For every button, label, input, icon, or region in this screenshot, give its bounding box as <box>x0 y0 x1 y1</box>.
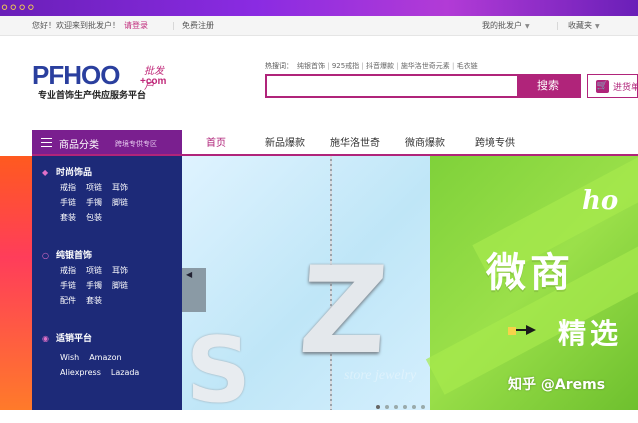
chevron-down-icon: ▼ <box>525 23 530 30</box>
carousel-dot[interactable] <box>376 405 380 409</box>
category-row: 戒指 项链 耳饰 <box>42 180 182 195</box>
hot-keyword[interactable]: 纯银首饰 <box>297 62 325 70</box>
pendant-letter-z: Z <box>295 242 388 381</box>
category-link[interactable]: 项链 <box>86 266 102 275</box>
category-link[interactable]: 脚链 <box>112 281 128 290</box>
banner-decoration: ᐧ◦◦◦◦ <box>0 0 36 16</box>
gem-icon: ◆ <box>42 168 49 177</box>
hot-keyword[interactable]: 毛衣链 <box>450 62 478 70</box>
search-box: 搜索 <box>265 74 581 98</box>
nav-item-new[interactable]: 新品爆款 <box>265 134 305 149</box>
logo-domain: +com <box>140 76 167 87</box>
hot-keywords: 热搜词： 纯银首饰925戒指抖音爆款施华洛世奇元素毛衣链 <box>265 61 478 71</box>
welcome-text: 您好！欢迎来到批发户！ <box>32 21 120 30</box>
category-link[interactable]: Wish <box>60 353 79 362</box>
category-link[interactable]: 手镯 <box>86 281 102 290</box>
category-row: 手链 手镯 脚链 <box>42 195 182 210</box>
pendant-letter-s: S <box>186 318 251 423</box>
chevron-down-icon: ▼ <box>595 23 600 30</box>
register-link[interactable]: 免费注册 <box>182 16 214 36</box>
my-account-menu[interactable]: 我的批发户 ▼ <box>482 16 530 37</box>
hero-headline: 微商 <box>486 250 574 296</box>
category-link[interactable]: 手链 <box>60 198 76 207</box>
top-promo-banner[interactable]: ᐧ◦◦◦◦ <box>0 0 638 16</box>
nav-item-swarovski[interactable]: 施华洛世奇 <box>330 134 380 149</box>
category-link[interactable]: 手镯 <box>86 198 102 207</box>
logo-slogan: 专业首饰生产供应服务平台 <box>38 91 147 101</box>
login-link[interactable]: 请登录 <box>124 21 148 30</box>
category-row: 配件 套装 <box>42 293 182 308</box>
cart-icon: 🛒 <box>596 80 609 93</box>
ring-icon: ○ <box>42 251 49 260</box>
category-row: 戒指 项链 耳饰 <box>42 263 182 278</box>
site-logo[interactable]: PFHOO 批发户 +com 专业首饰生产供应服务平台 <box>32 58 172 106</box>
divider: | <box>172 21 175 30</box>
favorites-menu[interactable]: 收藏夹 ▼ <box>568 16 600 37</box>
top-bar: 您好！欢迎来到批发户！ 请登录 | 免费注册 我的批发户 ▼ | 收藏夹 ▼ <box>0 16 638 36</box>
carousel-dot[interactable] <box>394 405 398 409</box>
cart-button[interactable]: 🛒 进货单 <box>587 74 638 98</box>
nav-item-home[interactable]: 首页 <box>206 134 226 149</box>
category-link[interactable]: 戒指 <box>60 266 76 275</box>
carousel-dot[interactable] <box>403 405 407 409</box>
category-sidebar: ◆ 时尚饰品 戒指 项链 耳饰 手链 手镯 脚链 套装 包装 ○ 纯银首饰 戒指 项链 耳饰 手链… <box>32 156 182 410</box>
hot-keywords-label: 热搜词： <box>265 62 293 70</box>
hot-keyword[interactable]: 施华洛世奇元素 <box>394 62 450 70</box>
main-nav: 首页 新品爆款 施华洛世奇 微商爆款 跨境专供 <box>0 128 638 156</box>
logo-brand: PFHOO <box>32 60 120 90</box>
category-link[interactable]: Lazada <box>111 368 139 377</box>
globe-icon: ◉ <box>42 334 49 343</box>
category-title[interactable]: ◉ 适销平台 <box>42 332 182 346</box>
category-group: ◆ 时尚饰品 戒指 项链 耳饰 手链 手镯 脚链 套装 包装 <box>42 166 182 225</box>
hero-script-text: ho <box>582 186 619 216</box>
divider: | <box>556 21 559 30</box>
category-link[interactable]: 耳饰 <box>112 266 128 275</box>
category-link[interactable]: 包装 <box>86 213 102 222</box>
carousel-dot[interactable] <box>421 405 425 409</box>
nav-item-wechat[interactable]: 微商爆款 <box>405 134 445 149</box>
carousel-dot[interactable] <box>412 405 416 409</box>
hot-keyword[interactable]: 925戒指 <box>325 62 359 70</box>
category-link[interactable]: 套装 <box>86 296 102 305</box>
search-input[interactable] <box>267 76 517 96</box>
category-row: 手链 手镯 脚链 <box>42 278 182 293</box>
hero-side-icon: ◀ <box>186 270 193 279</box>
hot-keyword[interactable]: 抖音爆款 <box>359 62 394 70</box>
carousel-dot[interactable] <box>385 405 389 409</box>
category-title[interactable]: ○ 纯银首饰 <box>42 249 182 263</box>
my-account-label: 我的批发户 <box>482 21 522 30</box>
hero-subline: 精选 <box>558 317 623 350</box>
category-link[interactable]: Amazon <box>89 353 121 362</box>
category-link[interactable]: Aliexpress <box>60 368 101 377</box>
pointing-hand-icon <box>508 325 536 335</box>
overlay-credit: 知乎 @Arems <box>508 377 606 393</box>
category-group: ◉ 适销平台 Wish Amazon Aliexpress Lazada <box>42 332 182 380</box>
category-link[interactable]: 耳饰 <box>112 183 128 192</box>
category-link[interactable]: 戒指 <box>60 183 76 192</box>
nav-item-crossborder[interactable]: 跨境专供 <box>475 134 515 149</box>
carousel-dots <box>376 394 430 410</box>
category-row: Aliexpress Lazada <box>42 365 182 380</box>
welcome-area: 您好！欢迎来到批发户！ 请登录 <box>32 16 152 36</box>
category-link[interactable]: 项链 <box>86 183 102 192</box>
favorites-label: 收藏夹 <box>568 21 592 30</box>
category-link[interactable]: 脚链 <box>112 198 128 207</box>
category-link[interactable]: 配件 <box>60 296 76 305</box>
cart-label: 进货单 <box>613 83 638 93</box>
category-link[interactable]: 套装 <box>60 213 76 222</box>
category-group: ○ 纯银首饰 戒指 项链 耳饰 手链 手镯 脚链 配件 套装 <box>42 249 182 308</box>
category-title[interactable]: ◆ 时尚饰品 <box>42 166 182 180</box>
category-row: Wish Amazon <box>42 350 182 365</box>
search-button[interactable]: 搜索 <box>517 76 579 96</box>
category-row: 套装 包装 <box>42 210 182 225</box>
category-link[interactable]: 手链 <box>60 281 76 290</box>
